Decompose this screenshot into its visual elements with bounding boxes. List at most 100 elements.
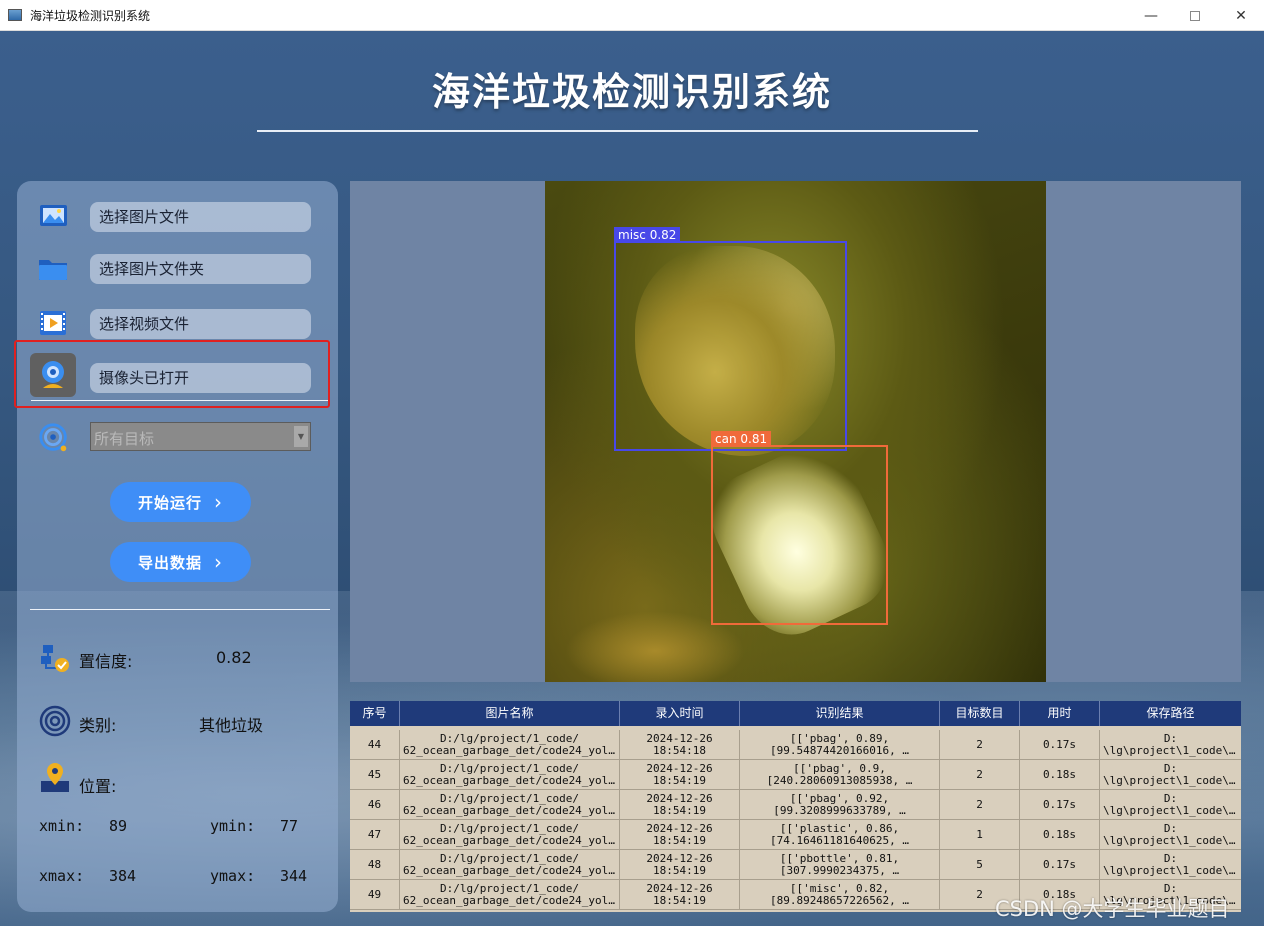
detection-image: misc 0.82 can 0.81 [545,181,1046,682]
confidence-value: 0.82 [216,648,252,667]
cell-id: 48 [350,850,400,879]
select-image-row[interactable]: 选择图片文件 [17,195,338,245]
column-header[interactable]: 识别结果 [740,701,940,726]
cell-id: 45 [350,760,400,789]
bbox-can: can 0.81 [711,431,888,625]
results-table[interactable]: 序号 图片名称 录入时间 识别结果 目标数目 用时 保存路径 44 D:/lg/… [350,701,1241,912]
table-row[interactable]: 45 D:/lg/project/1_code/62_ocean_garbage… [350,760,1241,790]
table-header: 序号 图片名称 录入时间 识别结果 目标数目 用时 保存路径 [350,701,1241,726]
export-button-label: 导出数据 [137,553,202,572]
cell-time: 2024-12-26 18:54:19 [620,760,740,789]
bbox-misc-label: misc 0.82 [614,227,681,243]
table-row[interactable]: 48 D:/lg/project/1_code/62_ocean_garbage… [350,850,1241,880]
cell-count: 2 [940,730,1020,759]
target-select[interactable]: 所有目标 ▼ [90,422,311,451]
column-header[interactable]: 图片名称 [400,701,620,726]
select-image-label[interactable]: 选择图片文件 [90,202,311,232]
app-body: 海洋垃圾检测识别系统 选择图片文件 选择图片文件夹 选择视频文件 摄像头已打开 … [0,31,1264,926]
confidence-label: 置信度: [79,652,133,671]
cell-elapsed: 0.18s [1020,820,1100,849]
cell-elapsed: 0.17s [1020,850,1100,879]
confidence-icon [41,645,69,672]
chevron-down-icon[interactable]: ▼ [294,426,308,447]
column-header[interactable]: 录入时间 [620,701,740,726]
ymax-value: 344 [280,867,308,885]
column-header[interactable]: 保存路径 [1100,701,1241,726]
column-header[interactable]: 目标数目 [940,701,1020,726]
cell-time: 2024-12-26 18:54:18 [620,730,740,759]
cell-path: D: \lg\project\1_code\6… [1103,822,1241,847]
control-panel: 选择图片文件 选择图片文件夹 选择视频文件 摄像头已打开 所有目标 ▼ 开始运行… [14,181,338,912]
cell-name: D:/lg/project/1_code/62_ocean_garbage_de… [400,760,620,789]
chevron-right-icon: › [214,550,223,574]
window-titlebar: 海洋垃圾检测识别系统 — ✕ [0,0,1264,31]
cell-elapsed: 0.17s [1020,790,1100,819]
cell-elapsed: 0.17s [1020,730,1100,759]
window-title: 海洋垃圾检测识别系统 [30,8,151,23]
video-file-icon [40,311,66,335]
folder-icon [39,260,67,280]
cell-name: D:/lg/project/1_code/62_ocean_garbage_de… [400,880,620,909]
cell-time: 2024-12-26 18:54:19 [620,790,740,819]
close-button[interactable]: ✕ [1218,0,1264,31]
select-folder-row[interactable]: 选择图片文件夹 [17,247,338,297]
watermark: CSDN @大学生毕业题目 [995,897,1230,921]
cell-name: D:/lg/project/1_code/62_ocean_garbage_de… [400,850,620,879]
image-viewer: misc 0.82 can 0.81 [350,181,1241,682]
export-button[interactable]: 导出数据 › [110,542,251,582]
divider [30,609,330,610]
cell-result: [['pbag', 0.89, [99.54874420166016, … [740,730,940,759]
cell-id: 46 [350,790,400,819]
cell-count: 2 [940,790,1020,819]
select-folder-label[interactable]: 选择图片文件夹 [90,254,311,284]
table-row[interactable]: 46 D:/lg/project/1_code/62_ocean_garbage… [350,790,1241,820]
ymin-value: 77 [280,817,299,835]
table-row[interactable]: 47 D:/lg/project/1_code/62_ocean_garbage… [350,820,1241,850]
xmin-value: 89 [109,817,128,835]
bbox-misc: misc 0.82 [614,227,847,451]
xmin-label: xmin: [39,817,85,835]
position-label: 位置: [79,777,117,796]
table-body: 44 D:/lg/project/1_code/62_ocean_garbage… [350,730,1241,910]
cell-count: 5 [940,850,1020,879]
cell-path: D: \lg\project\1_code\6… [1103,732,1241,757]
cell-count: 1 [940,820,1020,849]
maximize-button[interactable] [1172,0,1218,31]
close-icon: ✕ [1235,7,1247,24]
table-row[interactable]: 44 D:/lg/project/1_code/62_ocean_garbage… [350,730,1241,760]
start-button-label: 开始运行 [137,493,202,512]
column-header[interactable]: 序号 [350,701,400,726]
title-underline [257,130,978,132]
column-header[interactable]: 用时 [1020,701,1100,726]
cell-result: [['pbottle', 0.81, [307.9990234375, … [740,850,940,879]
chevron-right-icon: › [214,490,223,514]
xmax-label: xmax: [39,867,85,885]
category-value: 其他垃圾 [199,716,264,735]
cell-time: 2024-12-26 18:54:19 [620,850,740,879]
cell-time: 2024-12-26 18:54:19 [620,880,740,909]
location-icon [41,763,69,792]
ymin-label: ymin: [210,817,256,835]
bbox-can-label: can 0.81 [711,431,772,447]
minimize-icon: — [1144,7,1158,24]
minimize-button[interactable]: — [1128,0,1174,31]
app-icon [8,9,22,21]
cell-time: 2024-12-26 18:54:19 [620,820,740,849]
maximize-icon [1190,10,1200,21]
start-button[interactable]: 开始运行 › [110,482,251,522]
cell-result: [['pbag', 0.92, [99.3208999633789, … [740,790,940,819]
divider [31,400,328,401]
cell-path: D: \lg\project\1_code\6… [1103,762,1241,787]
cell-path: D: \lg\project\1_code\6… [1103,852,1241,877]
cell-id: 44 [350,730,400,759]
cell-elapsed: 0.18s [1020,760,1100,789]
cell-path: D: \lg\project\1_code\6… [1103,792,1241,817]
highlight-box [14,340,330,408]
xmax-value: 384 [109,867,137,885]
select-video-label[interactable]: 选择视频文件 [90,309,311,339]
page-title: 海洋垃圾检测识别系统 [431,70,832,114]
cell-count: 2 [940,760,1020,789]
image-file-icon [40,205,67,226]
cell-name: D:/lg/project/1_code/62_ocean_garbage_de… [400,820,620,849]
cell-id: 49 [350,880,400,909]
